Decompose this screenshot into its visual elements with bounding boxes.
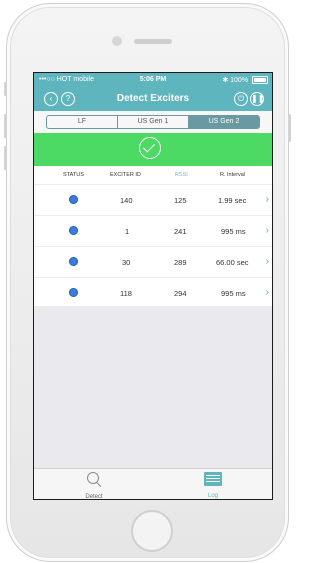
col-exciter-id: EXCITER ID bbox=[110, 172, 141, 178]
segment-us-gen-1[interactable]: US Gen 1 bbox=[118, 116, 189, 128]
battery-indicator: ✱ 100% bbox=[222, 76, 268, 85]
tab-log-label: Log bbox=[207, 493, 218, 499]
exciters-table: STATUS EXCITER ID RSSI R. Interval 140 1… bbox=[34, 166, 272, 309]
battery-percent: 100% bbox=[230, 77, 249, 84]
tab-detect-label: Detect bbox=[85, 494, 103, 500]
battery-icon bbox=[252, 76, 268, 85]
bluetooth-icon: ✱ bbox=[222, 77, 229, 84]
tab-bar: Detect Log bbox=[34, 468, 272, 499]
exciter-id-cell: 30 bbox=[122, 258, 131, 267]
chevron-right-icon[interactable]: › bbox=[266, 287, 269, 298]
segment-bar: LF US Gen 1 US Gen 2 bbox=[34, 111, 272, 133]
chevron-right-icon[interactable]: › bbox=[266, 225, 269, 236]
status-dot bbox=[69, 195, 78, 204]
home-button[interactable] bbox=[131, 510, 173, 552]
rssi-cell: 125 bbox=[174, 196, 187, 205]
status-dot bbox=[69, 288, 78, 297]
exciter-id-cell: 140 bbox=[120, 196, 133, 205]
power-side-button bbox=[288, 114, 291, 142]
top-bar: •••○○ HOT mobile 5:06 PM ✱ 100% ‹ ? Dete… bbox=[34, 73, 272, 111]
chevron-right-icon[interactable]: › bbox=[266, 194, 269, 205]
speaker-grille bbox=[134, 39, 172, 44]
interval-cell: 995 ms bbox=[221, 227, 246, 236]
chevron-right-icon[interactable]: › bbox=[266, 256, 269, 267]
power-icon[interactable]: ⏻ bbox=[234, 92, 248, 106]
volume-up-button bbox=[4, 114, 7, 138]
interval-cell: 995 ms bbox=[221, 289, 246, 298]
tab-detect[interactable]: Detect bbox=[69, 472, 119, 500]
volume-down-button bbox=[4, 146, 7, 170]
front-camera bbox=[112, 36, 122, 46]
table-header: STATUS EXCITER ID RSSI R. Interval bbox=[34, 166, 272, 185]
success-banner bbox=[34, 133, 272, 166]
table-row[interactable]: 30 289 66.00 sec › bbox=[34, 247, 272, 278]
exciter-id-cell: 118 bbox=[120, 289, 132, 298]
table-row[interactable]: 1 241 995 ms › bbox=[34, 216, 272, 247]
status-dot bbox=[69, 257, 78, 266]
interval-cell: 66.00 sec bbox=[216, 258, 249, 267]
col-interval: R. Interval bbox=[220, 172, 246, 178]
col-status: STATUS bbox=[63, 172, 84, 178]
status-dot bbox=[69, 226, 78, 235]
table-row[interactable]: 140 125 1.99 sec › bbox=[34, 185, 272, 216]
interval-cell: 1.99 sec bbox=[218, 196, 247, 205]
rssi-cell: 241 bbox=[174, 227, 187, 236]
col-rssi: RSSI bbox=[175, 172, 188, 178]
mute-switch bbox=[4, 82, 7, 96]
app-screen: •••○○ HOT mobile 5:06 PM ✱ 100% ‹ ? Dete… bbox=[33, 72, 273, 500]
search-icon bbox=[86, 472, 102, 487]
segment-lf[interactable]: LF bbox=[47, 116, 118, 128]
log-icon bbox=[204, 472, 222, 486]
checkmark-icon bbox=[139, 137, 161, 159]
pause-icon[interactable]: ❚❚ bbox=[250, 92, 264, 106]
exciter-id-cell: 1 bbox=[125, 227, 130, 236]
navigation-bar: ‹ ? Detect Exciters ⏻ ❚❚ bbox=[34, 88, 272, 110]
rssi-cell: 289 bbox=[174, 258, 187, 267]
tab-log[interactable]: Log bbox=[188, 472, 238, 499]
rssi-cell: 294 bbox=[174, 289, 187, 298]
table-row[interactable]: 118 294 995 ms › bbox=[34, 278, 272, 309]
frequency-segmented-control: LF US Gen 1 US Gen 2 bbox=[46, 115, 260, 129]
segment-us-gen-2[interactable]: US Gen 2 bbox=[189, 116, 259, 128]
status-bar: •••○○ HOT mobile 5:06 PM ✱ 100% bbox=[34, 75, 272, 87]
